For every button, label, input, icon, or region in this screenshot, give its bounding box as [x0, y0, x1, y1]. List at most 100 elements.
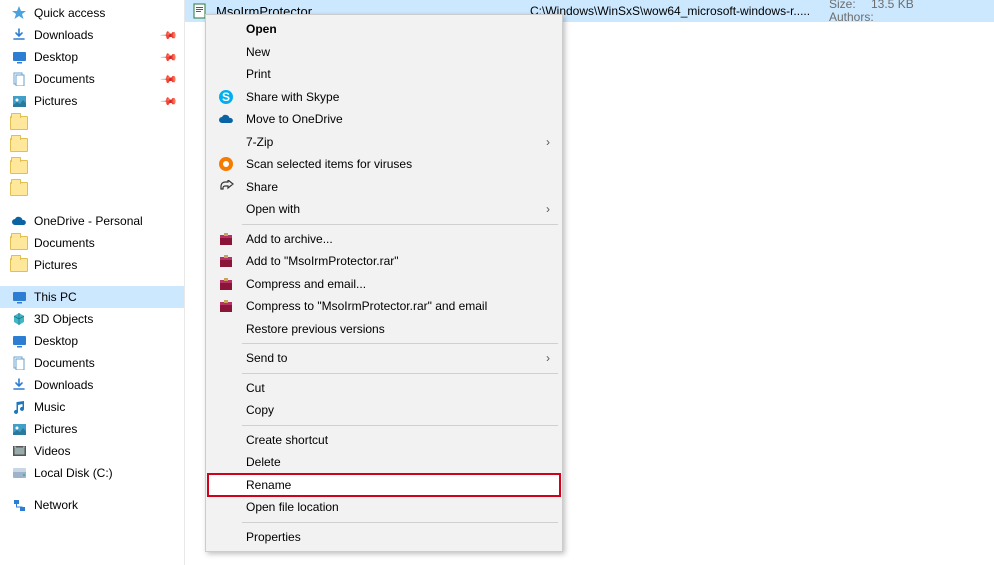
sidebar-item-label: Pictures	[34, 258, 184, 272]
sidebar-item-label: This PC	[34, 290, 184, 304]
size-label: Size:	[829, 0, 871, 10]
pictures-icon	[10, 421, 28, 437]
menu-open[interactable]: Open	[208, 18, 560, 41]
sidebar-unnamed-folder[interactable]	[0, 112, 184, 134]
sidebar-item-label: Documents	[34, 236, 184, 250]
sidebar-unnamed-folder[interactable]	[0, 156, 184, 178]
sidebar-item-downloads-pc[interactable]: Downloads	[0, 374, 184, 396]
file-meta: Size:13.5 KB Authors:	[829, 0, 914, 24]
drive-icon	[10, 465, 28, 481]
menu-print[interactable]: Print	[208, 63, 560, 86]
cloud-icon	[217, 110, 235, 128]
sidebar-item-label: Videos	[34, 444, 184, 458]
sidebar-item-3dobjects[interactable]: 3D Objects	[0, 308, 184, 330]
sidebar-item-downloads[interactable]: Downloads 📌	[0, 24, 184, 46]
menu-rename[interactable]: Rename	[208, 474, 560, 497]
cube-icon	[10, 311, 28, 327]
documents-icon	[10, 71, 28, 87]
svg-text:S: S	[222, 90, 230, 104]
sidebar-item-videos[interactable]: Videos	[0, 440, 184, 462]
music-icon	[10, 399, 28, 415]
folder-icon	[10, 257, 28, 273]
sidebar-item-label: OneDrive - Personal	[34, 214, 184, 228]
sidebar-network[interactable]: Network	[0, 494, 184, 516]
menu-separator	[242, 425, 558, 426]
documents-icon	[10, 355, 28, 371]
sidebar-unnamed-folder[interactable]	[0, 134, 184, 156]
menu-separator	[242, 224, 558, 225]
pin-icon: 📌	[159, 47, 178, 66]
folder-icon	[10, 138, 28, 152]
menu-open-file-location[interactable]: Open file location	[208, 496, 560, 519]
winrar-icon	[217, 297, 235, 315]
menu-skype[interactable]: S Share with Skype	[208, 86, 560, 109]
network-icon	[10, 497, 28, 513]
sidebar-onedrive-root[interactable]: OneDrive - Personal	[0, 210, 184, 232]
sidebar-item-music[interactable]: Music	[0, 396, 184, 418]
menu-open-with[interactable]: Open with›	[208, 198, 560, 221]
pictures-icon	[10, 93, 28, 109]
sidebar-unnamed-folder[interactable]	[0, 178, 184, 200]
sidebar-item-localdisk[interactable]: Local Disk (C:)	[0, 462, 184, 484]
menu-compress-rar-email[interactable]: Compress to "MsoIrmProtector.rar" and em…	[208, 295, 560, 318]
cloud-icon	[10, 213, 28, 229]
pin-icon: 📌	[159, 69, 178, 88]
quick-access-root[interactable]: Quick access	[0, 2, 184, 24]
chevron-right-icon: ›	[546, 135, 550, 149]
pc-icon	[10, 289, 28, 305]
download-icon	[10, 377, 28, 393]
sidebar-item-documents-pc[interactable]: Documents	[0, 352, 184, 374]
sidebar-item-desktop[interactable]: Desktop 📌	[0, 46, 184, 68]
sidebar-item-desktop-pc[interactable]: Desktop	[0, 330, 184, 352]
chevron-right-icon: ›	[546, 202, 550, 216]
sidebar-onedrive-documents[interactable]: Documents	[0, 232, 184, 254]
sidebar-item-documents[interactable]: Documents 📌	[0, 68, 184, 90]
sidebar-item-label: Downloads	[34, 378, 184, 392]
navigation-pane: Quick access Downloads 📌 Desktop 📌 Docum…	[0, 0, 185, 565]
menu-new[interactable]: New	[208, 41, 560, 64]
sidebar-item-label: Pictures	[34, 94, 162, 108]
quick-access-label: Quick access	[34, 6, 184, 20]
menu-scan-virus[interactable]: Scan selected items for viruses	[208, 153, 560, 176]
menu-delete[interactable]: Delete	[208, 451, 560, 474]
authors-label: Authors:	[829, 11, 871, 23]
sidebar-item-pictures-pc[interactable]: Pictures	[0, 418, 184, 440]
sidebar-item-label: 3D Objects	[34, 312, 184, 326]
menu-restore-versions[interactable]: Restore previous versions	[208, 318, 560, 341]
sidebar-item-label: Network	[34, 498, 184, 512]
menu-add-archive[interactable]: Add to archive...	[208, 228, 560, 251]
menu-cut[interactable]: Cut	[208, 377, 560, 400]
winrar-icon	[217, 230, 235, 248]
menu-send-to[interactable]: Send to›	[208, 347, 560, 370]
menu-create-shortcut[interactable]: Create shortcut	[208, 429, 560, 452]
menu-separator	[242, 373, 558, 374]
sidebar-item-pictures[interactable]: Pictures 📌	[0, 90, 184, 112]
folder-icon	[10, 116, 28, 130]
folder-icon	[10, 160, 28, 174]
sidebar-item-label: Local Disk (C:)	[34, 466, 184, 480]
share-icon	[217, 178, 235, 196]
menu-separator	[242, 343, 558, 344]
sidebar-this-pc[interactable]: This PC	[0, 286, 184, 308]
file-list-area: MsoIrmProtector C:\Windows\WinSxS\wow64_…	[185, 0, 994, 565]
chevron-right-icon: ›	[546, 351, 550, 365]
menu-share[interactable]: Share	[208, 176, 560, 199]
folder-icon	[10, 235, 28, 251]
menu-7zip[interactable]: 7-Zip›	[208, 131, 560, 154]
desktop-icon	[10, 333, 28, 349]
menu-move-onedrive[interactable]: Move to OneDrive	[208, 108, 560, 131]
sidebar-item-label: Documents	[34, 356, 184, 370]
menu-compress-email[interactable]: Compress and email...	[208, 273, 560, 296]
download-icon	[10, 27, 28, 43]
menu-add-rar[interactable]: Add to "MsoIrmProtector.rar"	[208, 250, 560, 273]
video-icon	[10, 443, 28, 459]
menu-separator	[242, 522, 558, 523]
skype-icon: S	[217, 88, 235, 106]
sidebar-onedrive-pictures[interactable]: Pictures	[0, 254, 184, 276]
menu-copy[interactable]: Copy	[208, 399, 560, 422]
menu-properties[interactable]: Properties	[208, 526, 560, 549]
sidebar-item-label: Music	[34, 400, 184, 414]
folder-icon	[10, 182, 28, 196]
pin-icon: 📌	[159, 91, 178, 110]
sidebar-item-label: Downloads	[34, 28, 162, 42]
